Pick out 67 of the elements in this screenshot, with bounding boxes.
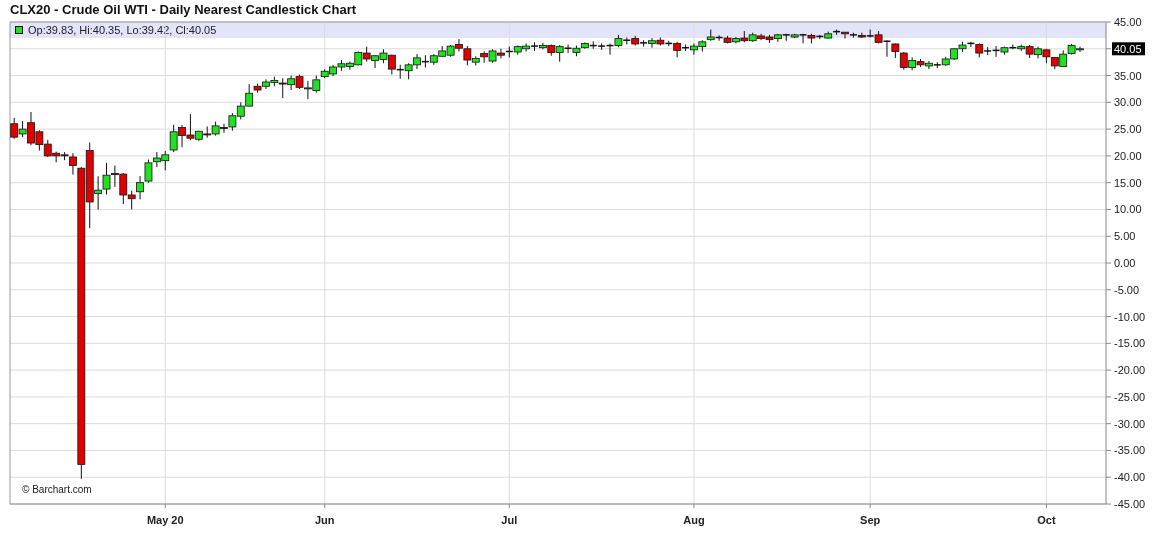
axis-tick-label: -5.00 [1114,283,1140,296]
axis-tick-label: 25.00 [1114,123,1142,136]
candlestick [295,74,304,90]
axis-tick-label: Aug [683,514,705,526]
copyright-text: © Barchart.com [22,484,92,495]
candlestick [865,29,875,39]
candlestick [404,62,413,80]
axis-tick-label: 5.00 [1114,230,1136,243]
axis-tick-label: 20.00 [1114,149,1142,162]
axis-tick-label: 15.00 [1114,176,1142,189]
legend-swatch-icon [15,26,23,34]
axis-tick-label: -35.00 [1114,444,1146,457]
axis-tick-label: 45.00 [1114,18,1142,28]
candlestick [765,34,774,44]
candlestick [362,46,371,63]
candlestick [236,101,245,120]
candlestick [505,46,514,58]
axis-tick-label: Oct [1037,514,1056,526]
axis-tick-label: -10.00 [1114,310,1146,323]
candlestick [723,35,732,44]
candlestick [698,39,707,52]
axis-tick-label: -40.00 [1114,471,1146,484]
axis-tick-label: 10.00 [1114,203,1142,216]
candlestick [169,124,178,153]
candlestick [656,37,665,47]
candlestick [379,48,388,64]
candlestick [429,53,438,66]
candlestick [941,56,950,67]
last-price-label: 40.05 [1112,42,1145,56]
axis-tick-label: -30.00 [1114,417,1146,430]
candlestick [1042,48,1051,64]
candlestick [1050,56,1059,70]
candlestick [446,44,455,58]
candlestick [773,33,782,43]
axis-tick-label: Jul [501,514,518,526]
axis-tick-label: -20.00 [1114,364,1146,377]
candlestick [882,39,892,58]
legend-text: Op:39.83, Hi:40.35, Lo:39.42, Cl:40.05 [28,24,217,36]
axis-tick-label: 35.00 [1114,69,1142,82]
candlestick [899,51,908,71]
axis-tick-label: 30.00 [1114,96,1142,109]
candlestick [991,45,1001,58]
candlestick [639,39,648,48]
candlestick [421,54,430,68]
chart-title: CLX20 - Crude Oil WTI - Daily Nearest Candlestick Chart [10,2,357,17]
candlestick [161,150,170,171]
candlestick [438,45,447,58]
candlestick [203,125,212,139]
axis-tick-label: 0.00 [1114,257,1136,269]
candlestick [480,50,489,64]
candlestick [287,75,296,91]
candlestick [337,59,346,72]
candlestick [580,41,589,50]
axis-tick-label: -45.00 [1114,498,1146,510]
candlestick [748,32,757,43]
candlestick [891,42,900,59]
candlestick [530,41,539,52]
candlestick [589,40,598,50]
candlestick [874,30,883,44]
axis-tick-label: -25.00 [1114,390,1146,403]
axis-tick-label: -15.00 [1114,337,1146,350]
axis-tick-label: Jun [314,514,335,526]
candlestick [10,117,19,140]
candlestick [387,54,396,75]
axis-tick-label: Sep [860,514,881,526]
axis-tick-label: May 20 [146,514,184,526]
candlestick [572,45,581,57]
